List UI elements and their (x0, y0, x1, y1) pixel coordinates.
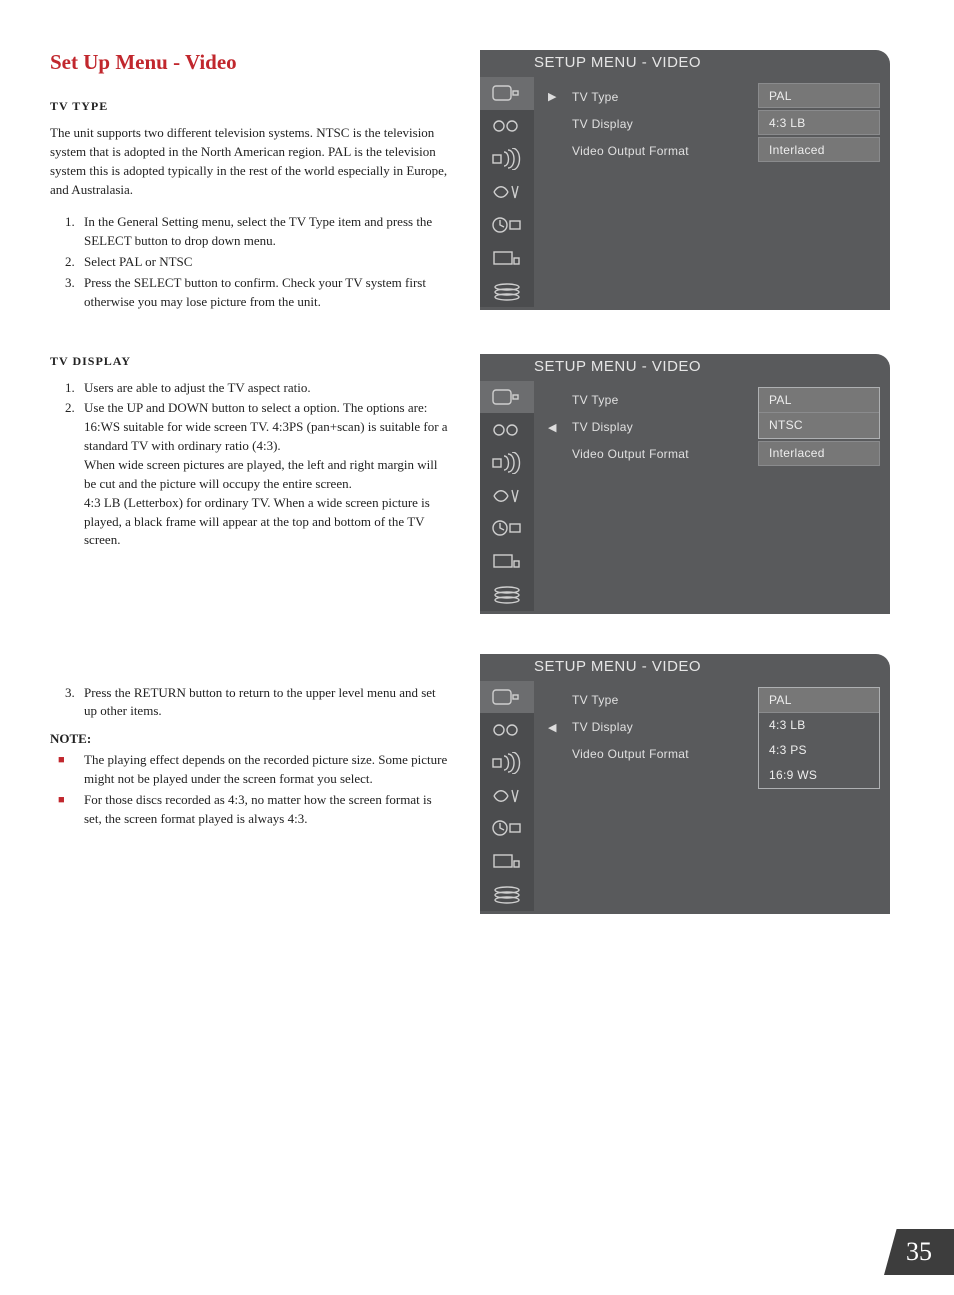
osd-tab-misc-icon (480, 578, 534, 611)
osd-icon-strip (480, 681, 534, 911)
osd-tab-clock-icon (480, 512, 534, 545)
osd-label-videooutput: Video Output Format (572, 441, 744, 468)
section-title: Set Up Menu - Video (50, 50, 450, 75)
osd-option-group: PAL 4:3 LB 4:3 PS 16:9 WS (758, 687, 880, 789)
osd-option: 4:3 PS (759, 738, 879, 763)
osd-option: 4:3 LB (759, 713, 879, 738)
osd-tab-misc-icon (480, 274, 534, 307)
osd-panel-3: SETUP MENU - VIDEO ◀ (480, 654, 890, 914)
note-item: The playing effect depends on the record… (78, 751, 450, 789)
osd-label-videooutput: Video Output Format (572, 741, 744, 768)
osd-label-tvdisplay: TV Display (572, 110, 744, 137)
osd-label-tvdisplay: TV Display (572, 714, 744, 741)
osd-tab-preference-icon (480, 545, 534, 578)
osd-tab-clock-icon (480, 208, 534, 241)
step: Press the RETURN button to return to the… (78, 684, 450, 722)
osd-option: 4:3 LB (758, 110, 880, 135)
osd-title: SETUP MENU - VIDEO (480, 50, 890, 77)
osd-label-videooutput: Video Output Format (572, 137, 744, 164)
osd-option-group: PAL NTSC (758, 387, 880, 439)
osd-option: Interlaced (758, 441, 880, 466)
step: Press the SELECT button to confirm. Chec… (78, 274, 450, 312)
tv-display-heading: TV DISPLAY (50, 354, 450, 369)
osd-tab-general-icon (480, 77, 534, 110)
osd-icon-strip (480, 77, 534, 307)
osd-tab-clock-icon (480, 812, 534, 845)
cursor-arrow: ▶ (548, 83, 558, 110)
cursor-arrow: ◀ (548, 414, 558, 441)
note-label: NOTE: (50, 731, 450, 747)
tv-display-steps-cont: Press the RETURN button to return to the… (50, 684, 450, 722)
osd-title: SETUP MENU - VIDEO (480, 654, 890, 681)
osd-panel-1: SETUP MENU - VIDEO ▶ (480, 50, 890, 310)
osd-tab-general-icon (480, 381, 534, 414)
osd-tab-general-icon (480, 681, 534, 714)
page-number: 35 (884, 1229, 954, 1275)
tv-display-steps: Users are able to adjust the TV aspect r… (50, 379, 450, 551)
osd-option: NTSC (759, 413, 879, 438)
tv-type-heading: TV TYPE (50, 99, 450, 114)
osd-label-tvtype: TV Type (572, 387, 744, 414)
osd-title: SETUP MENU - VIDEO (480, 354, 890, 381)
osd-option: PAL (758, 83, 880, 108)
step: In the General Setting menu, select the … (78, 213, 450, 251)
osd-option: PAL (759, 688, 879, 713)
osd-label-tvtype: TV Type (572, 83, 744, 110)
osd-label-tvtype: TV Type (572, 687, 744, 714)
osd-tab-language-icon (480, 479, 534, 512)
note-item: For those discs recorded as 4:3, no matt… (78, 791, 450, 829)
osd-tab-audio-icon (480, 746, 534, 779)
osd-tab-video-icon (480, 413, 534, 446)
osd-option: 16:9 WS (759, 763, 879, 788)
step: Use the UP and DOWN button to select a o… (78, 399, 450, 550)
osd-label-tvdisplay: TV Display (572, 414, 744, 441)
cursor-arrow: ◀ (548, 714, 558, 741)
osd-tab-video-icon (480, 713, 534, 746)
note-list: The playing effect depends on the record… (50, 751, 450, 828)
osd-tab-language-icon (480, 176, 534, 209)
osd-tab-misc-icon (480, 878, 534, 911)
osd-tab-language-icon (480, 779, 534, 812)
step: Select PAL or NTSC (78, 253, 450, 272)
osd-panel-2: SETUP MENU - VIDEO ◀ (480, 354, 890, 614)
tv-type-steps: In the General Setting menu, select the … (50, 213, 450, 311)
osd-icon-strip (480, 381, 534, 611)
osd-tab-preference-icon (480, 241, 534, 274)
step: Users are able to adjust the TV aspect r… (78, 379, 450, 398)
osd-option: Interlaced (758, 137, 880, 162)
osd-tab-audio-icon (480, 446, 534, 479)
osd-tab-preference-icon (480, 845, 534, 878)
tv-type-intro: The unit supports two different televisi… (50, 124, 450, 199)
osd-tab-video-icon (480, 110, 534, 143)
osd-option: PAL (759, 388, 879, 413)
osd-tab-audio-icon (480, 143, 534, 176)
